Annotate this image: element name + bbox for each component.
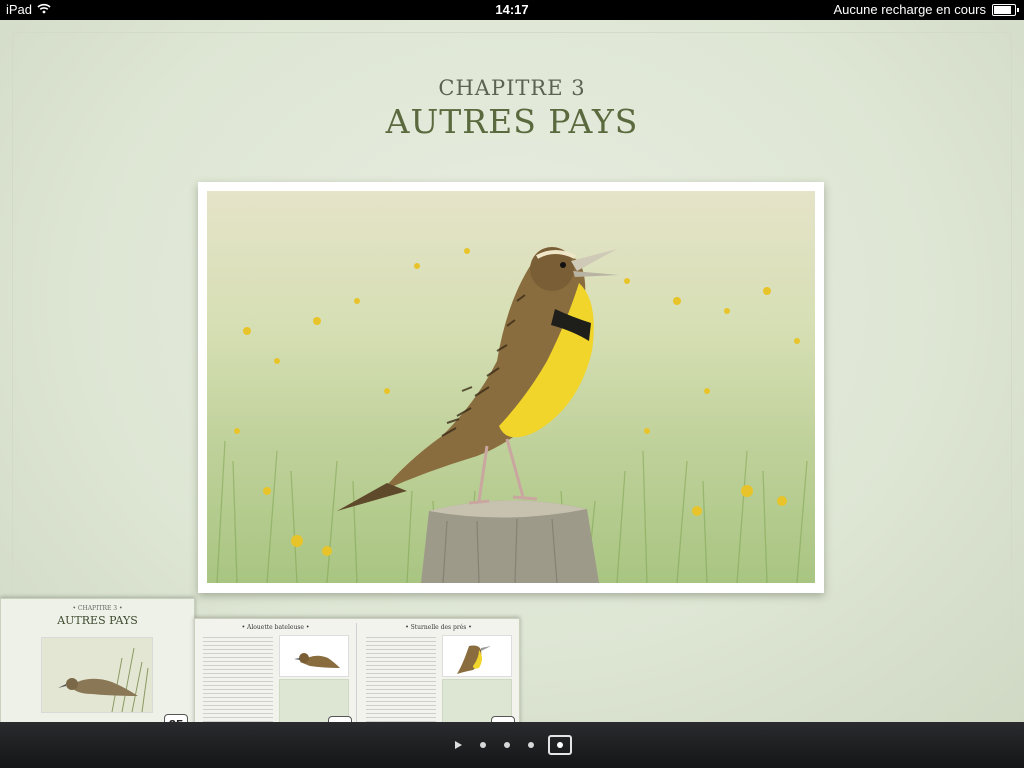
- chapter-illustration[interactable]: [198, 182, 824, 593]
- thumbnail-chapter-title: AUTRES PAYS: [57, 614, 138, 627]
- thumbnail-lark-image: [41, 637, 153, 713]
- thumbnail-chapter-label: • CHAPITRE 3 •: [72, 605, 123, 612]
- thumbnail-bird-image-27: [442, 635, 512, 677]
- thumbnail-bird-image-26: [279, 635, 349, 677]
- page-dot-4-current[interactable]: [548, 735, 572, 755]
- book-page[interactable]: CHAPITRE 3 AUTRES PAYS • CHAPITRE 3 • AU…: [0, 20, 1024, 744]
- battery-fill: [994, 6, 1011, 14]
- meadowlark-painting: [207, 191, 815, 583]
- status-bar: iPad 14:17 Aucune recharge en cours: [0, 0, 1024, 20]
- page-navigation-bar: [0, 722, 1024, 768]
- page-indicator: [455, 735, 572, 755]
- status-right: Aucune recharge en cours: [833, 2, 1019, 17]
- battery-status-text: Aucune recharge en cours: [833, 2, 986, 17]
- play-icon[interactable]: [455, 741, 462, 749]
- current-page-dot: [557, 742, 563, 748]
- thumbnail-heading-27: • Sturnelle des prés •: [405, 624, 472, 631]
- page-dot-1[interactable]: [480, 742, 486, 748]
- thumbnail-heading-26: • Alouette bateleuse •: [241, 624, 310, 631]
- chapter-label: CHAPITRE 3: [438, 76, 586, 100]
- page-dot-3[interactable]: [528, 742, 534, 748]
- page-dot-2[interactable]: [504, 742, 510, 748]
- thumbnail-text-27: [366, 637, 436, 733]
- thumbnail-text-26: [203, 637, 273, 733]
- chapter-title: AUTRES PAYS: [385, 102, 639, 141]
- battery-icon: [992, 4, 1019, 16]
